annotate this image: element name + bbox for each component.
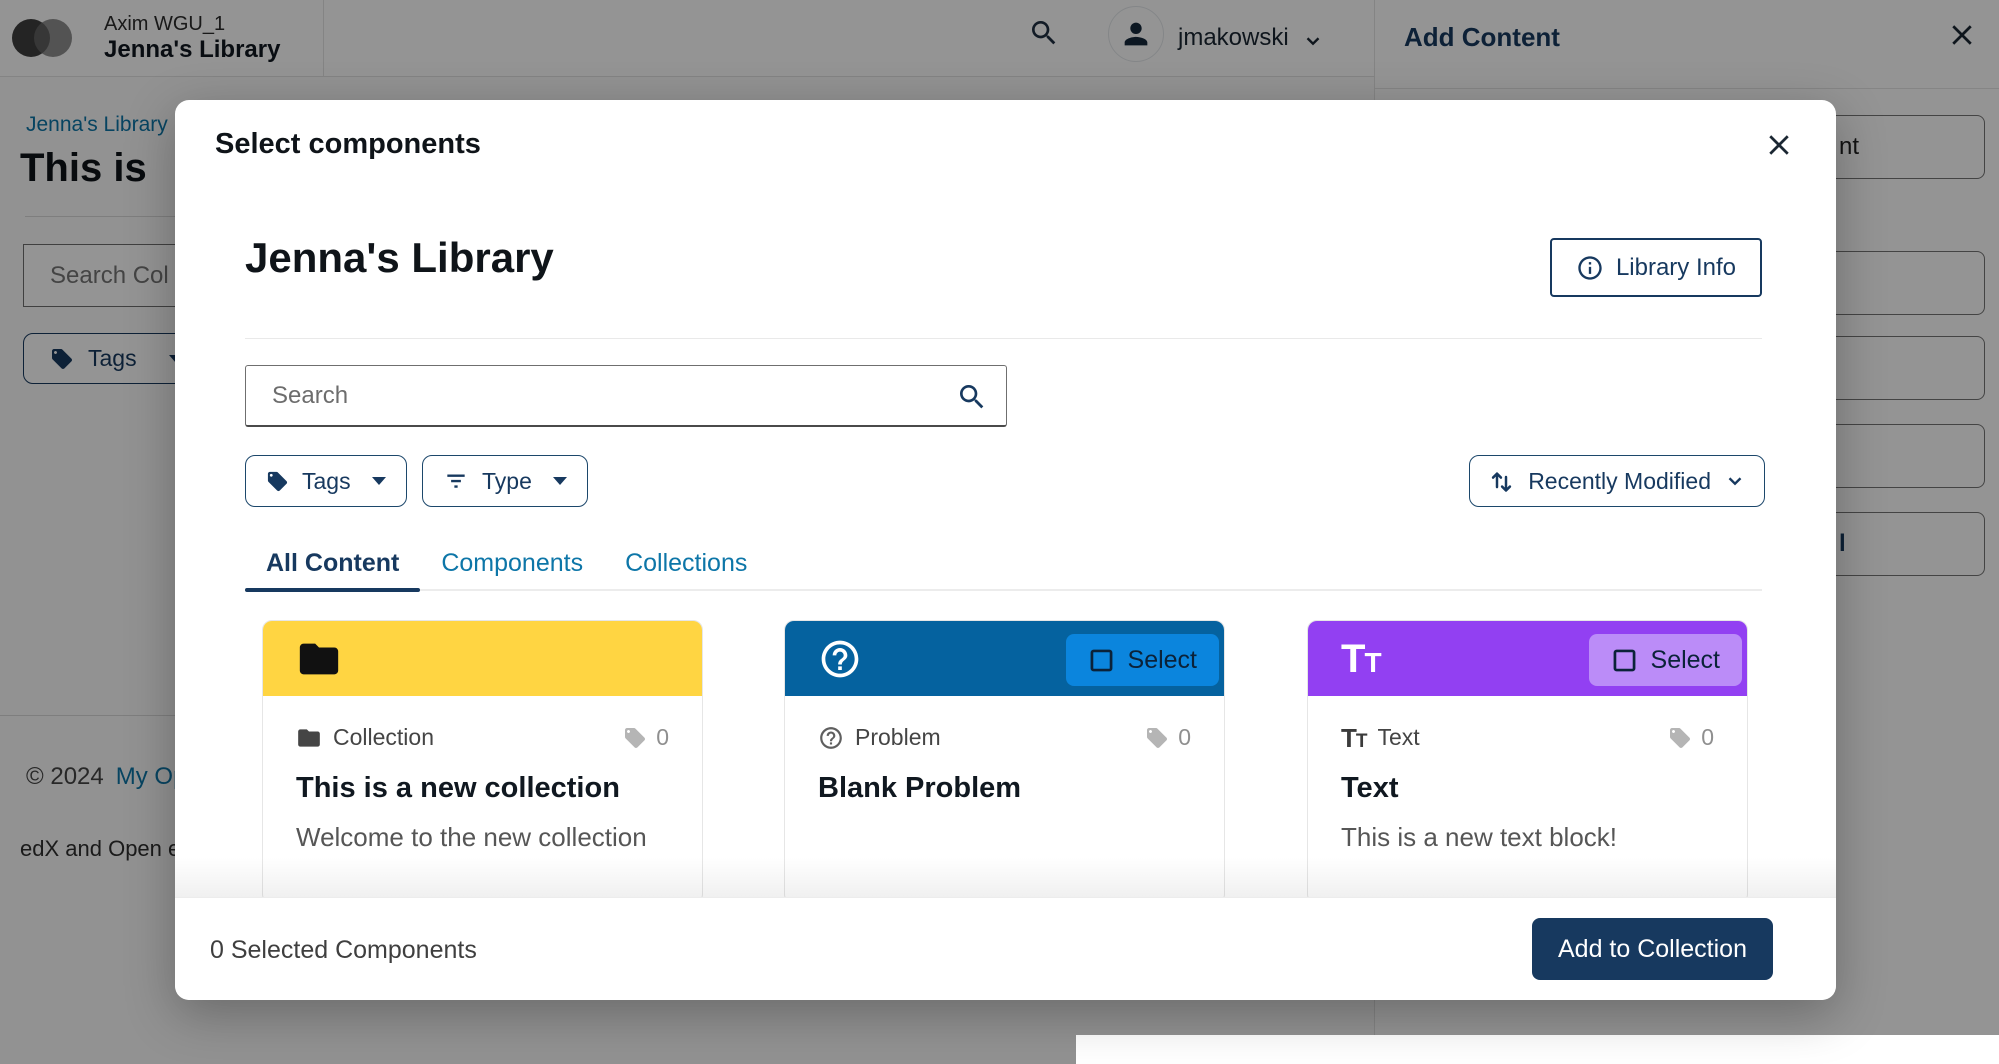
card-description: This is a new text block! [1341, 822, 1714, 853]
tag-count: 0 [1178, 724, 1191, 751]
library-info-button[interactable]: Library Info [1550, 238, 1762, 297]
card-type-label: Text [1378, 724, 1420, 751]
text-tt-icon: TT [1341, 639, 1381, 679]
select-components-modal: Select components Jenna's Library Librar… [175, 100, 1836, 1000]
library-heading: Jenna's Library [245, 234, 554, 282]
card-title: Text [1341, 772, 1714, 805]
caret-down-icon [553, 477, 567, 485]
card-banner: TT Select [1308, 621, 1747, 696]
folder-icon [296, 636, 342, 682]
checkbox-icon [1611, 647, 1638, 674]
select-button[interactable]: Select [1589, 634, 1742, 686]
card-title: Blank Problem [818, 772, 1191, 805]
card-collection[interactable]: Collection 0 This is a new collection We… [262, 620, 703, 904]
selected-count: 0 Selected Components [210, 936, 477, 965]
search-icon[interactable] [956, 381, 988, 413]
card-type-label: Problem [855, 724, 941, 751]
tag-icon [1668, 726, 1692, 750]
card-banner: Select [785, 621, 1224, 696]
select-button[interactable]: Select [1066, 634, 1219, 686]
card-title: This is a new collection [296, 772, 669, 805]
info-icon [1576, 254, 1604, 282]
card-type-label: Collection [333, 724, 434, 751]
tab-components[interactable]: Components [420, 538, 604, 589]
search-field[interactable] [245, 365, 1007, 427]
card-problem[interactable]: Select Problem 0 Blank Problem [784, 620, 1225, 904]
folder-icon [296, 725, 322, 751]
tag-icon [623, 726, 647, 750]
question-circle-icon [818, 725, 844, 751]
sort-dropdown[interactable]: Recently Modified [1469, 455, 1765, 507]
type-filter-label: Type [482, 468, 532, 495]
card-body: Problem 0 Blank Problem [785, 696, 1224, 805]
card-description: Welcome to the new collection [296, 822, 669, 853]
chevron-down-icon [1724, 470, 1746, 492]
tag-icon [1145, 726, 1169, 750]
checkbox-icon [1088, 647, 1115, 674]
search-input[interactable] [246, 366, 1006, 425]
tag-count: 0 [1701, 724, 1714, 751]
content-tabs: All Content Components Collections [245, 538, 1762, 591]
type-filter-dropdown[interactable]: Type [422, 455, 588, 507]
add-to-collection-button[interactable]: Add to Collection [1532, 918, 1773, 980]
tag-count: 0 [656, 724, 669, 751]
modal-footer: 0 Selected Components Add to Collection [175, 897, 1836, 1000]
caret-down-icon [372, 477, 386, 485]
select-label: Select [1128, 646, 1197, 675]
tag-icon [266, 470, 289, 493]
question-circle-icon [818, 637, 862, 681]
card-text[interactable]: TT Select TT Text 0 Text This is a new t… [1307, 620, 1748, 904]
sort-icon [1488, 468, 1515, 495]
card-body: Collection 0 This is a new collection We… [263, 696, 702, 853]
select-label: Select [1651, 646, 1720, 675]
card-banner [263, 621, 702, 696]
tab-all-content[interactable]: All Content [245, 538, 420, 589]
text-tt-icon: TT [1341, 725, 1367, 751]
close-icon[interactable] [1764, 130, 1794, 160]
tab-collections[interactable]: Collections [604, 538, 768, 589]
modal-title: Select components [215, 128, 481, 161]
divider [245, 338, 1762, 339]
sort-label: Recently Modified [1528, 468, 1711, 495]
card-body: TT Text 0 Text This is a new text block! [1308, 696, 1747, 853]
filter-icon [443, 468, 469, 494]
tags-filter-dropdown[interactable]: Tags [245, 455, 407, 507]
bottom-strip [1076, 1035, 1999, 1064]
tags-filter-label: Tags [302, 468, 351, 495]
library-info-label: Library Info [1616, 254, 1736, 282]
